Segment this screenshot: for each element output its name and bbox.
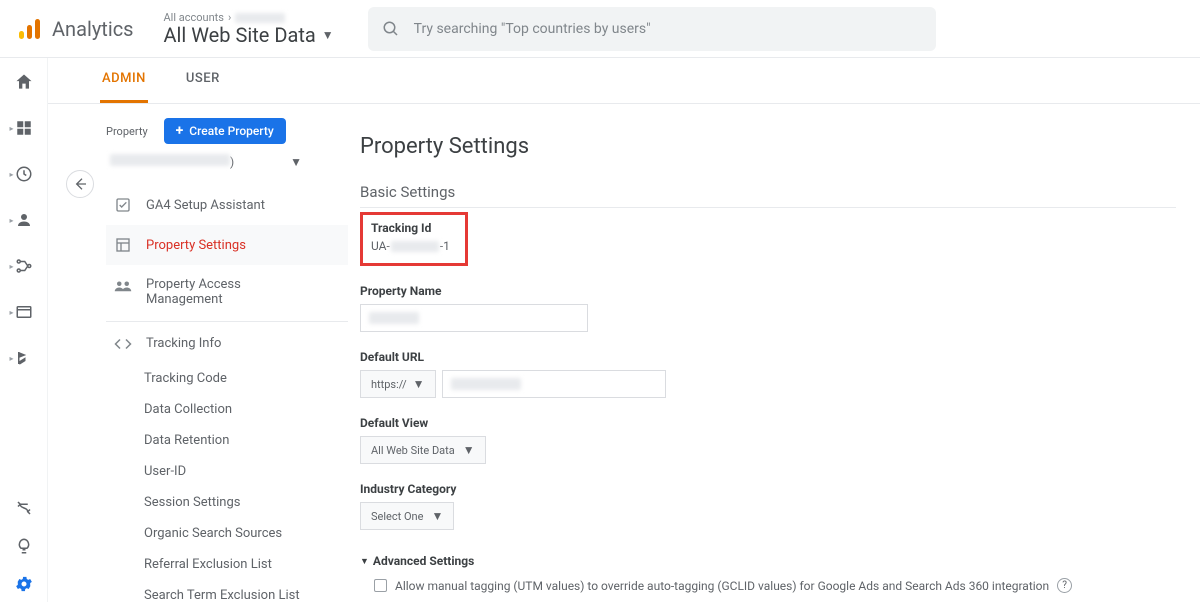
settings-pane: Property Settings Basic Settings Trackin…: [348, 104, 1200, 602]
tracking-id-redacted: [391, 241, 439, 252]
page-title: Property Settings: [360, 134, 1176, 159]
search-placeholder: Try searching "Top countries by users": [414, 21, 651, 37]
expand-icon: ▸: [10, 216, 14, 225]
plus-icon: +: [176, 123, 184, 139]
tracking-id-label: Tracking Id: [371, 221, 457, 235]
manual-tagging-label: Allow manual tagging (UTM values) to ove…: [395, 579, 1049, 593]
default-url-redacted: [451, 378, 521, 390]
nav-property-access[interactable]: Property Access Management: [106, 265, 348, 319]
tab-user[interactable]: USER: [184, 57, 222, 103]
search-input[interactable]: Try searching "Top countries by users": [368, 7, 936, 51]
nav-reports[interactable]: ▸: [12, 116, 36, 140]
default-url-row: https:// ▼: [360, 370, 1176, 398]
property-name-input[interactable]: [360, 304, 588, 332]
nav-realtime[interactable]: ▸: [12, 162, 36, 186]
nav-home[interactable]: [12, 70, 36, 94]
create-property-button[interactable]: + Create Property: [164, 118, 286, 144]
product-name: Analytics: [52, 17, 134, 41]
subnav-search-term-exclusion[interactable]: Search Term Exclusion List: [144, 580, 348, 602]
tab-admin[interactable]: ADMIN: [100, 57, 148, 103]
chevron-down-icon: ▼: [463, 443, 475, 457]
account-switcher[interactable]: All accounts › All Web Site Data ▼: [150, 11, 334, 46]
top-bar: Analytics All accounts › All Web Site Da…: [0, 0, 1200, 58]
industry-category-select[interactable]: Select One ▼: [360, 502, 454, 530]
nav-property-settings[interactable]: Property Settings: [106, 225, 348, 265]
account-name-redacted: [235, 13, 285, 23]
property-name-redacted: [369, 312, 419, 324]
help-icon[interactable]: ?: [1057, 578, 1072, 593]
nav-admin[interactable]: [12, 572, 36, 596]
url-protocol-select[interactable]: https:// ▼: [360, 370, 436, 398]
back-button[interactable]: [66, 170, 94, 198]
tracking-id-highlight: Tracking Id UA- -1: [360, 212, 468, 266]
code-icon: [114, 337, 132, 351]
nav-ga4-setup[interactable]: GA4 Setup Assistant: [106, 185, 348, 225]
expand-icon: ▸: [10, 124, 14, 133]
default-url-input[interactable]: [442, 370, 666, 398]
admin-body: Property + Create Property ) ▼: [48, 104, 1200, 602]
subnav-data-retention[interactable]: Data Retention: [144, 425, 348, 456]
property-column-header: Property + Create Property: [106, 118, 348, 144]
property-column: Property + Create Property ) ▼: [48, 104, 348, 602]
content-area: ADMIN USER Property + Create Property ) …: [48, 58, 1200, 602]
divider: [106, 321, 348, 322]
subnav-referral-exclusion[interactable]: Referral Exclusion List: [144, 549, 348, 580]
expand-icon: ▸: [10, 262, 14, 271]
admin-tabs: ADMIN USER: [48, 58, 1200, 104]
expand-icon: ▸: [10, 354, 14, 363]
layout-icon: [114, 237, 132, 253]
manual-tagging-row: Allow manual tagging (UTM values) to ove…: [360, 578, 1176, 593]
product-logo-block: Analytics: [0, 16, 150, 42]
property-name-label: Property Name: [360, 284, 1176, 298]
chevron-down-icon: ▼: [413, 377, 425, 391]
nav-discover[interactable]: [12, 534, 36, 558]
default-url-label: Default URL: [360, 350, 1176, 364]
property-label: Property: [106, 125, 148, 138]
left-icon-rail: ▸ ▸ ▸ ▸ ▸ ▸: [0, 58, 48, 602]
subnav-user-id[interactable]: User-ID: [144, 456, 348, 487]
main-shell: ▸ ▸ ▸ ▸ ▸ ▸: [0, 58, 1200, 602]
expand-icon: ▸: [10, 170, 14, 179]
nav-tracking-info[interactable]: Tracking Info: [106, 324, 348, 363]
view-selector[interactable]: All Web Site Data ▼: [164, 24, 334, 46]
tracking-info-submenu: Tracking Code Data Collection Data Reten…: [106, 363, 348, 602]
chevron-down-icon: ▼: [290, 155, 302, 169]
people-icon: [114, 279, 132, 293]
tracking-id-value: UA- -1: [371, 239, 457, 253]
advanced-settings-heading[interactable]: ▼ Advanced Settings: [360, 554, 1176, 568]
property-selector[interactable]: ) ▼: [106, 144, 306, 179]
basic-settings-heading: Basic Settings: [360, 183, 1176, 208]
subnav-organic-sources[interactable]: Organic Search Sources: [144, 518, 348, 549]
search-icon: [382, 20, 400, 38]
analytics-logo-icon: [16, 16, 42, 42]
expand-icon: ▸: [10, 308, 14, 317]
nav-behavior[interactable]: ▸: [12, 300, 36, 324]
nav-attribution[interactable]: [12, 496, 36, 520]
nav-audience[interactable]: ▸: [12, 208, 36, 232]
subnav-tracking-code[interactable]: Tracking Code: [144, 363, 348, 394]
chevron-down-icon: ▼: [360, 556, 369, 567]
check-square-icon: [114, 197, 132, 213]
default-view-label: Default View: [360, 416, 1176, 430]
property-nav: GA4 Setup Assistant Property Settings: [106, 185, 348, 602]
chevron-down-icon: ▼: [431, 509, 443, 523]
default-view-select[interactable]: All Web Site Data ▼: [360, 436, 486, 464]
nav-conversions[interactable]: ▸: [12, 346, 36, 370]
subnav-data-collection[interactable]: Data Collection: [144, 394, 348, 425]
property-name-redacted: [110, 154, 230, 166]
manual-tagging-checkbox[interactable]: [374, 579, 387, 592]
subnav-session-settings[interactable]: Session Settings: [144, 487, 348, 518]
chevron-down-icon: ▼: [322, 24, 334, 46]
rail-bottom-group: [12, 496, 36, 596]
industry-category-label: Industry Category: [360, 482, 1176, 496]
nav-acquisition[interactable]: ▸: [12, 254, 36, 278]
